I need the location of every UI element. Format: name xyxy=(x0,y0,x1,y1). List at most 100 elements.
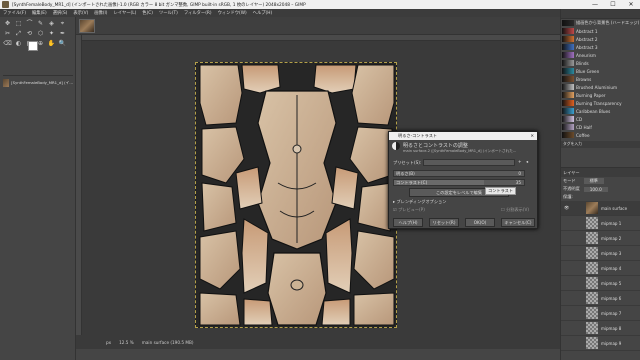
gradient-item[interactable]: Coffee xyxy=(561,131,640,139)
gradient-item[interactable]: Burning Paper xyxy=(561,91,640,99)
gradient-item[interactable]: Abstract 2 xyxy=(561,35,640,43)
layer-thumbnail xyxy=(586,247,598,259)
pencil-tool-icon[interactable]: ✎ xyxy=(36,20,45,28)
preset-menu-icon[interactable]: ◂ xyxy=(526,159,528,164)
rotate-tool-icon[interactable]: ⟲ xyxy=(25,30,34,38)
body-texture-svg xyxy=(196,63,396,327)
brightness-slider[interactable]: 明るさ(B) 0 xyxy=(393,170,525,177)
gradient-item[interactable]: Brushed Aluminium xyxy=(561,83,640,91)
reset-button[interactable]: リセット(R) xyxy=(429,218,459,227)
layer-row[interactable]: mipmap 6 xyxy=(561,291,640,306)
layer-visibility-icon[interactable]: 👁 xyxy=(564,205,569,211)
layer-row[interactable]: mipmap 3 xyxy=(561,246,640,261)
layer-row[interactable]: 👁 main surface xyxy=(561,201,640,216)
gradient-item[interactable]: Abstract 1 xyxy=(561,27,640,35)
dodge-burn-tool-icon[interactable]: ◐ xyxy=(14,40,23,48)
preview-checkbox[interactable]: ☑ プレビュー(P) xyxy=(393,207,425,213)
tag-field[interactable]: タグを入力 xyxy=(561,141,640,148)
unit-selector[interactable]: px xyxy=(106,340,111,345)
split-view-checkbox[interactable]: ☐ 分割表示(V) xyxy=(501,207,529,213)
opacity-value[interactable]: 100.0 xyxy=(583,186,608,192)
tool-grid: ✥ ⬚ ⌒ ✎ ◈ ⌖ ✂ ⤢ ⟲ ⬡ ✦ ✒ ⌫ ◐ ▦ ⊕ ✋ 🔍 xyxy=(3,20,73,48)
gradient-name: Browns xyxy=(576,76,592,82)
close-button[interactable]: ✕ xyxy=(622,0,640,9)
menu-edit[interactable]: 編集(E) xyxy=(32,10,47,16)
gradient-item[interactable]: Browns xyxy=(561,75,640,83)
layer-row[interactable]: mipmap 4 xyxy=(561,261,640,276)
dialog-window-title: 明るさ-コントラスト xyxy=(398,133,438,138)
gradient-item[interactable]: Blinds xyxy=(561,59,640,67)
contrast-slider[interactable]: コントラスト(C) 35 xyxy=(393,179,525,186)
help-button[interactable]: ヘルプ(H) xyxy=(393,218,423,227)
layer-thumbnail xyxy=(586,232,598,244)
zoom-selector[interactable]: 12.5 % xyxy=(119,340,134,345)
blending-label: ブレンディングオプション xyxy=(396,199,447,204)
dialog-close-icon[interactable]: ✕ xyxy=(530,132,534,140)
scissors-tool-icon[interactable]: ✂ xyxy=(3,30,12,38)
gradient-swatch xyxy=(562,44,574,50)
blending-options-toggle[interactable]: ▸ ブレンディングオプション xyxy=(393,199,446,205)
eraser-tool-icon[interactable]: ⌫ xyxy=(3,40,12,48)
status-bar: px 12.5 % main surface (190.5 MB) xyxy=(76,335,560,349)
transform-tool-icon[interactable]: ⤢ xyxy=(14,30,23,38)
menu-tools[interactable]: ツール(T) xyxy=(159,10,178,16)
lasso-tool-icon[interactable]: ⌒ xyxy=(25,20,34,28)
ok-button[interactable]: OK(O) xyxy=(465,218,495,227)
layer-row[interactable]: mipmap 2 xyxy=(561,231,640,246)
mode-dropdown[interactable]: 標準 xyxy=(583,178,604,184)
rect-select-tool-icon[interactable]: ⬚ xyxy=(14,20,23,28)
texture-image[interactable] xyxy=(195,62,397,328)
gradient-item[interactable]: CD Half xyxy=(561,123,640,131)
image-tab-thumbnail[interactable] xyxy=(79,19,95,33)
layer-row[interactable]: mipmap 8 xyxy=(561,321,640,336)
zoom-tool-icon[interactable]: 🔍 xyxy=(58,40,67,48)
gradient-item[interactable]: Aneurism xyxy=(561,51,640,59)
ink-tool-icon[interactable]: ✒ xyxy=(58,30,67,38)
add-preset-icon[interactable]: + xyxy=(518,159,522,164)
gradient-name: Blue Green xyxy=(576,68,600,74)
layers-tab[interactable]: レイヤー xyxy=(561,168,640,177)
gradient-item[interactable]: CD xyxy=(561,115,640,123)
layer-row[interactable]: mipmap 1 xyxy=(561,216,640,231)
fuzzy-select-tool-icon[interactable]: ◈ xyxy=(47,20,56,28)
gradient-item[interactable]: 描画色から背景色 (ハードエッジ) xyxy=(561,19,640,27)
cage-tool-icon[interactable]: ⬡ xyxy=(36,30,45,38)
gradient-swatch xyxy=(562,28,574,34)
gradient-item[interactable]: Abstract 3 xyxy=(561,43,640,51)
menu-select[interactable]: 選択(S) xyxy=(53,10,68,16)
menu-colors[interactable]: 色(C) xyxy=(142,10,153,16)
maximize-button[interactable]: ☐ xyxy=(604,0,622,9)
layer-thumbnail xyxy=(586,262,598,274)
menu-windows[interactable]: ウィンドウ(W) xyxy=(218,10,247,16)
foreground-color[interactable] xyxy=(28,41,38,51)
heal-tool-icon[interactable]: ✦ xyxy=(47,30,56,38)
menu-view[interactable]: 表示(V) xyxy=(73,10,88,16)
move-tool-icon[interactable]: ✥ xyxy=(3,20,12,28)
layer-name: mipmap 7 xyxy=(601,310,622,316)
window-title: [SynthFemaleBody_MR1_d] (インポートされた画像)-1.0… xyxy=(12,2,306,8)
layer-row[interactable]: mipmap 9 xyxy=(561,336,640,351)
brightness-value: 0 xyxy=(518,171,521,176)
preset-dropdown[interactable] xyxy=(423,159,515,166)
crosshair-tool-icon[interactable]: ⌖ xyxy=(58,20,67,28)
menu-file[interactable]: ファイル(F) xyxy=(3,10,26,16)
hand-tool-icon[interactable]: ✋ xyxy=(47,40,56,48)
toolbox-panel: ✥ ⬚ ⌒ ✎ ◈ ⌖ ✂ ⤢ ⟲ ⬡ ✦ ✒ ⌫ ◐ ▦ ⊕ ✋ 🔍 [Syn… xyxy=(0,17,76,360)
gradient-item[interactable]: Burning Transparency xyxy=(561,99,640,107)
minimize-button[interactable]: — xyxy=(586,0,604,9)
gradient-item[interactable]: Caribbean Blues xyxy=(561,107,640,115)
menu-image[interactable]: 画像(I) xyxy=(94,10,107,16)
gradient-swatch xyxy=(562,52,574,58)
menu-filters[interactable]: フィルター(R) xyxy=(184,10,212,16)
layer-row[interactable]: mipmap 5 xyxy=(561,276,640,291)
menu-help[interactable]: ヘルプ(H) xyxy=(253,10,272,16)
layer-name: mipmap 1 xyxy=(601,220,622,226)
cancel-button[interactable]: キャンセル(C) xyxy=(501,218,535,227)
gradient-name: Aneurism xyxy=(576,52,596,58)
gradient-swatch xyxy=(562,124,574,130)
layer-row[interactable]: mipmap 7 xyxy=(561,306,640,321)
contrast-tooltip: コントラスト xyxy=(485,187,517,195)
menu-layer[interactable]: レイヤー(L) xyxy=(113,10,136,16)
gradient-item[interactable]: Blue Green xyxy=(561,67,640,75)
brightness-label: 明るさ(B) xyxy=(396,171,415,176)
